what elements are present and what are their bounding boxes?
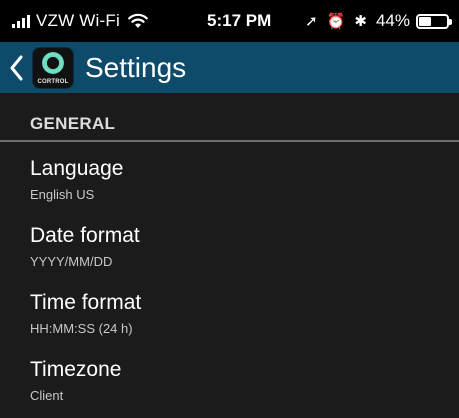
- location-icon: ➚: [305, 13, 318, 30]
- back-chevron-icon[interactable]: [9, 55, 23, 81]
- setting-title: Language: [30, 157, 124, 180]
- section-header-label: GENERAL: [30, 114, 116, 133]
- logo-ring-icon: [42, 51, 64, 74]
- setting-language[interactable]: Language English US: [30, 157, 450, 217]
- setting-value: English US: [30, 187, 95, 202]
- battery-percent: 44%: [375, 11, 410, 30]
- app-logo[interactable]: CORTROL: [33, 47, 73, 88]
- carrier-label: VZW Wi-Fi: [36, 11, 120, 30]
- battery-icon: [416, 13, 452, 29]
- setting-title: Timezone: [30, 358, 122, 381]
- section-header-general: GENERAL: [0, 93, 459, 142]
- status-time: 5:17 PM: [207, 11, 272, 30]
- alarm-icon: ⏰: [326, 13, 346, 30]
- cell-signal-icon: [12, 14, 30, 28]
- status-left: VZW Wi-Fi: [12, 11, 149, 31]
- setting-title: Time format: [30, 291, 142, 314]
- status-right: ➚ ⏰ ✱ 44%: [305, 11, 452, 31]
- setting-value: Client: [30, 388, 64, 403]
- nav-bar: CORTROL Settings: [0, 42, 459, 93]
- setting-title: Date format: [30, 224, 140, 247]
- setting-timezone[interactable]: Timezone Client: [30, 358, 450, 418]
- bluetooth-icon: ✱: [354, 13, 367, 30]
- setting-value: YYYY/MM/DD: [30, 254, 113, 269]
- battery-cap: [449, 18, 452, 25]
- battery-fill: [419, 16, 431, 26]
- setting-date-format[interactable]: Date format YYYY/MM/DD: [30, 224, 450, 284]
- wifi-icon: [128, 13, 148, 28]
- logo-text: CORTROL: [37, 78, 69, 85]
- page-title: Settings: [85, 51, 187, 83]
- status-bar: VZW Wi-Fi 5:17 PM ➚ ⏰ ✱ 44%: [0, 0, 459, 42]
- setting-time-format[interactable]: Time format HH:MM:SS (24 h): [30, 291, 450, 351]
- setting-value: HH:MM:SS (24 h): [30, 321, 133, 336]
